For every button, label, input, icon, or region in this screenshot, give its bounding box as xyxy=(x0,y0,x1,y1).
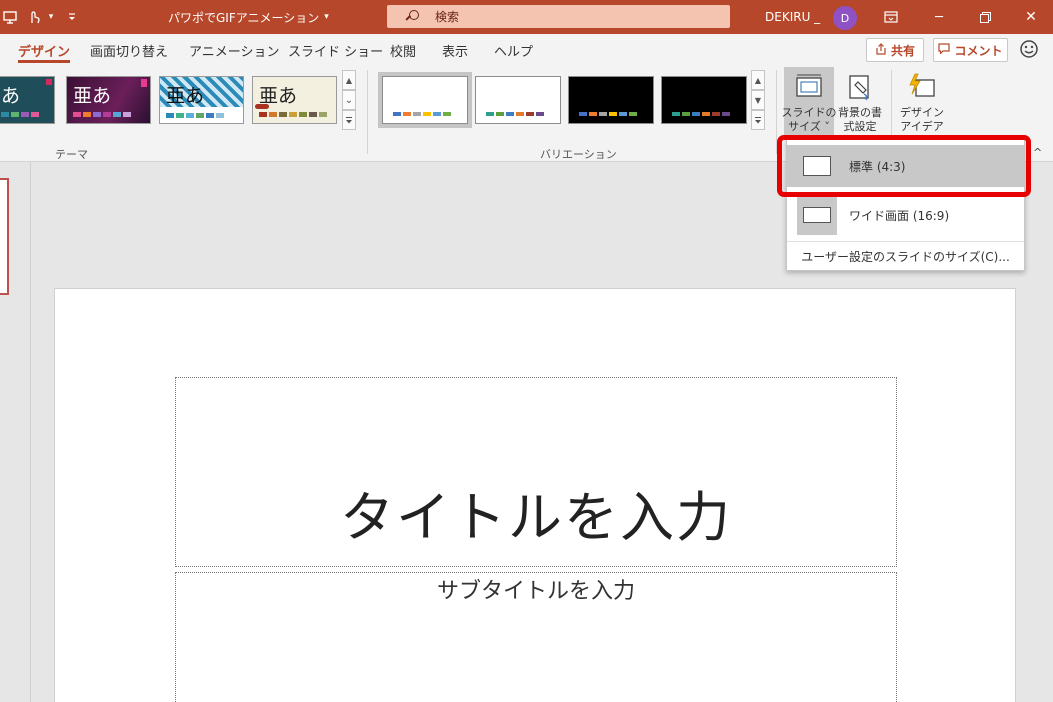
variation-thumbnail[interactable] xyxy=(661,76,747,124)
theme-thumbnail[interactable]: 亜あ xyxy=(159,76,244,124)
theme-sample-text: 亜あ xyxy=(166,85,205,107)
comment-label: コメント xyxy=(954,43,1003,58)
theme-gallery-down-icon[interactable]: ⌄ xyxy=(342,90,356,110)
variation-thumbnail[interactable] xyxy=(568,76,654,124)
document-title[interactable]: パワポでGIFアニメーション ▾ xyxy=(168,0,329,34)
theme-sample-text: 亜あ xyxy=(73,85,112,107)
menu-item-label: ユーザー設定のスライドのサイズ(C)... xyxy=(801,249,1010,264)
menu-divider xyxy=(787,241,1024,242)
theme-thumbnail[interactable]: 亜あ xyxy=(252,76,337,124)
theme-sample-text: あ xyxy=(1,85,21,107)
title-bar: ▾ パワポでGIFアニメーション ▾ 検索 DEKIRU _ D ─ ✕ xyxy=(0,0,1053,34)
format-background-icon xyxy=(849,75,869,101)
restore-button[interactable] xyxy=(968,0,1002,34)
user-name[interactable]: DEKIRU _ xyxy=(765,0,820,34)
design-ideas-button[interactable]: デザイン アイデア xyxy=(894,68,950,140)
variation-thumbnail[interactable] xyxy=(475,76,561,124)
annotation-highlight-box xyxy=(777,135,1031,197)
smiley-icon[interactable] xyxy=(1019,39,1039,59)
aspect-16-9-icon xyxy=(797,195,837,235)
share-icon xyxy=(875,42,887,58)
format-background-label-line2: 式設定 xyxy=(843,120,877,133)
design-ideas-icon xyxy=(909,73,935,97)
qat-dropdown-icon[interactable]: ▾ xyxy=(44,0,58,34)
slide-size-button[interactable]: スライドの サイズ ˅ xyxy=(781,68,837,140)
theme-accent-mark xyxy=(255,104,269,109)
tab-view[interactable]: 表示 xyxy=(442,34,468,66)
search-placeholder: 検索 xyxy=(435,10,460,24)
subtitle-placeholder[interactable]: サブタイトルを入力 xyxy=(175,572,897,702)
document-title-text: パワポでGIFアニメーション xyxy=(168,10,320,25)
variation-gallery-down-icon[interactable]: ▼ xyxy=(751,90,765,110)
variation-color-swatches xyxy=(672,112,730,116)
tab-slideshow[interactable]: スライド ショー xyxy=(288,34,383,66)
format-background-label-line1: 背景の書 xyxy=(838,106,882,119)
share-label: 共有 xyxy=(890,43,915,58)
theme-color-swatches xyxy=(1,112,39,117)
variations-group-label: バリエーション xyxy=(540,148,617,161)
variation-color-swatches xyxy=(393,112,451,116)
theme-thumbnail[interactable]: あ xyxy=(0,76,55,124)
slide-size-icon xyxy=(796,74,822,97)
touch-mode-icon[interactable] xyxy=(24,0,44,34)
group-divider xyxy=(367,70,368,154)
theme-accent-mark xyxy=(46,79,52,85)
ribbon-display-options-icon[interactable] xyxy=(874,0,908,34)
close-button[interactable]: ✕ xyxy=(1014,0,1048,34)
theme-gallery-more-icon[interactable] xyxy=(342,110,356,130)
customize-qat-icon[interactable] xyxy=(64,0,80,34)
variation-gallery-up-icon[interactable]: ▲ xyxy=(751,70,765,90)
slide-size-label-line2: サイズ ˅ xyxy=(788,120,830,133)
themes-group-label: テーマ xyxy=(55,148,88,161)
variation-thumbnail[interactable] xyxy=(382,76,468,124)
tab-animations[interactable]: アニメーション xyxy=(189,34,279,66)
theme-color-swatches xyxy=(259,112,327,117)
theme-accent-mark xyxy=(141,79,147,87)
present-from-start-icon[interactable] xyxy=(0,0,20,34)
minimize-button[interactable]: ─ xyxy=(922,0,956,34)
tab-review[interactable]: 校閲 xyxy=(390,34,416,66)
slide-thumbnail-selected[interactable] xyxy=(0,178,9,295)
comment-icon xyxy=(938,43,951,57)
tab-help[interactable]: ヘルプ xyxy=(494,34,533,66)
tab-design[interactable]: デザイン xyxy=(18,34,71,66)
tab-transitions[interactable]: 画面切り替え xyxy=(90,34,168,66)
slide-size-label-line1: スライドの xyxy=(781,106,837,119)
format-background-button[interactable]: 背景の書 式設定 xyxy=(832,68,888,140)
variation-color-swatches xyxy=(486,112,544,116)
avatar[interactable]: D xyxy=(833,6,857,30)
menu-item-widescreen-16-9[interactable]: ワイド画面 (16:9) xyxy=(787,193,1024,237)
title-placeholder[interactable]: タイトルを入力 xyxy=(175,377,897,567)
theme-color-swatches xyxy=(73,112,131,117)
theme-color-swatches xyxy=(166,113,224,118)
theme-gallery-up-icon[interactable]: ▲ xyxy=(342,70,356,90)
variation-gallery-more-icon[interactable] xyxy=(751,110,765,130)
theme-thumbnail[interactable]: 亜あ xyxy=(66,76,151,124)
design-ideas-label-line1: デザイン xyxy=(900,106,944,119)
search-icon xyxy=(405,9,419,24)
chevron-down-icon: ▾ xyxy=(324,12,329,22)
menu-item-custom-size[interactable]: ユーザー設定のスライドのサイズ(C)... xyxy=(787,245,1024,267)
collapse-ribbon-icon[interactable]: ^ xyxy=(1033,146,1042,159)
share-button[interactable]: 共有 xyxy=(866,38,924,62)
menu-item-label: ワイド画面 (16:9) xyxy=(849,208,950,223)
comment-button[interactable]: コメント xyxy=(933,38,1008,62)
design-ideas-label-line2: アイデア xyxy=(900,120,944,133)
search-box[interactable]: 検索 xyxy=(387,5,730,28)
variation-color-swatches xyxy=(579,112,637,116)
